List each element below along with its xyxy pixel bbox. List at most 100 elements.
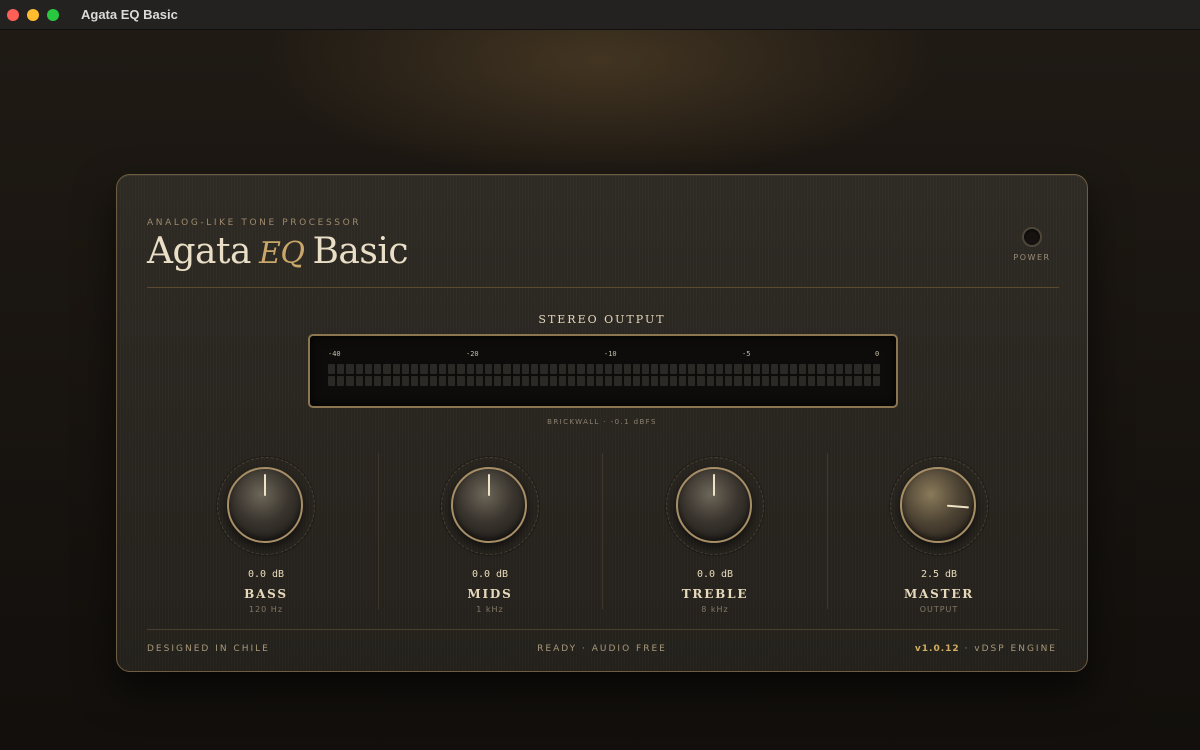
window-title: Agata EQ Basic <box>81 7 178 22</box>
meter-segment <box>521 364 530 374</box>
meter-segment <box>457 364 465 374</box>
meter-segment <box>660 364 668 374</box>
meter-segment <box>632 364 640 374</box>
meter-segment <box>484 376 493 386</box>
meter-segment <box>789 376 797 386</box>
meter-segment <box>743 376 751 386</box>
meter-segment <box>448 376 456 386</box>
meter-caption: BRICKWALL · -0.1 dBFS <box>547 418 657 426</box>
master-label: MASTER <box>903 587 975 601</box>
meter-segment <box>328 376 336 386</box>
knob-pointer <box>264 474 266 496</box>
treble-control: 0.0 dB TREBLE 8 kHz <box>655 457 775 614</box>
meter-segment <box>669 376 677 386</box>
knob-pointer <box>488 474 490 496</box>
footer-version-info: v1.0.12 · vDSP ENGINE <box>915 644 1057 654</box>
meter-segment <box>715 376 724 386</box>
meter-segment <box>725 364 733 374</box>
meter-segment <box>466 376 474 386</box>
master-knob[interactable] <box>900 467 976 543</box>
meter-segment <box>484 364 493 374</box>
bass-value: 0.0 dB <box>247 569 285 580</box>
master-value: 2.5 dB <box>920 569 958 580</box>
meter-segment <box>826 376 834 386</box>
header-divider <box>147 287 1059 288</box>
meter-segment <box>448 364 456 374</box>
meter-segment <box>457 376 465 386</box>
knob-pointer <box>946 504 969 509</box>
window-titlebar: Agata EQ Basic <box>0 0 1200 30</box>
mids-frequency: 1 kHz <box>476 605 504 614</box>
meter-segment <box>734 364 742 374</box>
meter-segment <box>817 364 825 374</box>
meter-segment <box>835 376 844 386</box>
meter-segment <box>512 376 520 386</box>
meter-segment <box>641 376 650 386</box>
meter-scale-label: -10 <box>604 350 617 358</box>
meter-segment <box>420 364 428 374</box>
mids-knob[interactable] <box>451 467 527 543</box>
master-control: 2.5 dB MASTER OUTPUT <box>879 457 999 614</box>
meter-channel-left <box>328 364 881 374</box>
meter-segment <box>494 364 502 374</box>
meter-bars <box>328 364 881 388</box>
meter-segment <box>752 364 761 374</box>
column-divider <box>827 453 828 609</box>
meter-segment <box>623 376 631 386</box>
meter-segment <box>531 376 539 386</box>
mids-control: 0.0 dB MIDS 1 kHz <box>430 457 550 614</box>
meter-segment <box>429 364 437 374</box>
meter-segment <box>706 376 714 386</box>
master-sublabel: OUTPUT <box>919 605 959 614</box>
meter-segment <box>808 364 816 374</box>
knob-ring <box>890 457 988 555</box>
meter-segment <box>651 376 659 386</box>
meter-segment <box>605 376 613 386</box>
meter-segment <box>817 376 825 386</box>
meter-segment <box>411 364 419 374</box>
meter-scale-label: -40 <box>328 350 341 358</box>
meter-segment <box>337 376 345 386</box>
meter-segment <box>374 364 382 374</box>
meter-segment <box>678 376 687 386</box>
meter-segment <box>697 376 705 386</box>
meter-segment <box>411 376 419 386</box>
knob-pointer <box>713 474 715 496</box>
minimize-window-button[interactable] <box>27 8 39 21</box>
brand-name-mid: EQ <box>258 236 305 271</box>
meter-segment <box>392 376 400 386</box>
meter-title: STEREO OUTPUT <box>538 313 666 326</box>
footer-divider <box>147 629 1059 630</box>
meter-segment <box>863 364 871 374</box>
brand-name-left: Agata <box>147 231 251 272</box>
close-window-button[interactable] <box>7 8 19 21</box>
zoom-window-button[interactable] <box>47 8 59 21</box>
meter-segment <box>328 364 336 374</box>
meter-segment <box>789 364 797 374</box>
bass-knob[interactable] <box>227 467 303 543</box>
stereo-output-meter: -40 -20 -10 -5 0 <box>308 334 898 408</box>
meter-segment <box>845 376 853 386</box>
meter-segment <box>558 364 567 374</box>
meter-segment <box>725 376 733 386</box>
meter-segment <box>872 364 881 374</box>
bass-control: 0.0 dB BASS 120 Hz <box>206 457 326 614</box>
engine-label: · vDSP ENGINE <box>959 644 1057 654</box>
meter-segment <box>577 364 585 374</box>
meter-segment <box>743 364 751 374</box>
meter-segment <box>641 364 650 374</box>
power-control: POWER <box>1012 227 1052 262</box>
meter-segment <box>762 364 770 374</box>
power-button[interactable] <box>1022 227 1042 247</box>
meter-segment <box>854 364 862 374</box>
meter-segment <box>549 364 557 374</box>
meter-segment <box>632 376 640 386</box>
plugin-panel: ANALOG-LIKE TONE PROCESSOR Agata EQ Basic … <box>116 174 1088 672</box>
meter-segment <box>798 376 807 386</box>
meter-scale-label: 0 <box>875 350 880 358</box>
meter-segment <box>623 364 631 374</box>
column-divider <box>378 453 379 609</box>
meter-scale-label: -5 <box>742 350 751 358</box>
treble-knob[interactable] <box>676 467 752 543</box>
meter-segment <box>669 364 677 374</box>
